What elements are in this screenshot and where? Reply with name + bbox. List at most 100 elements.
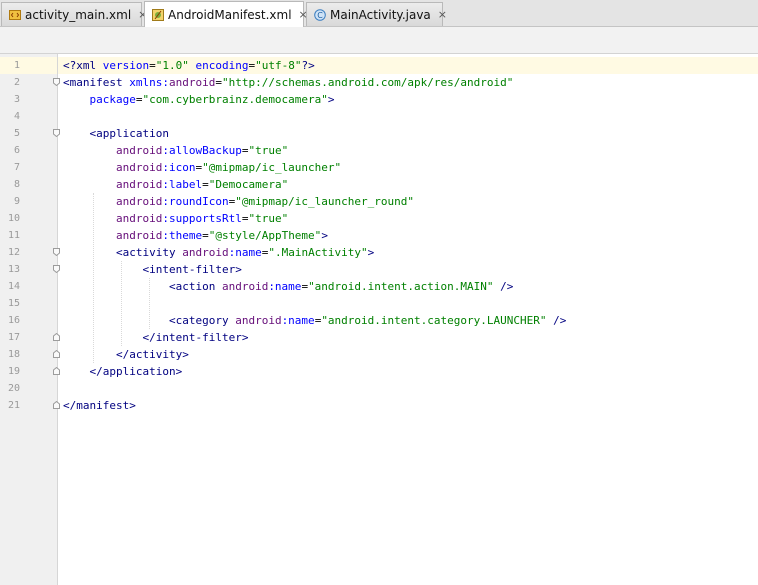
code-token: "true" — [248, 144, 289, 157]
code-line[interactable]: 1 <?xml version="1.0" encoding="utf-8"?> — [0, 57, 758, 74]
code-token: "1.0" — [155, 59, 189, 72]
code-token: </activity> — [115, 348, 189, 361]
fold-open-icon[interactable] — [53, 129, 60, 137]
code-text: </intent-filter> — [63, 329, 248, 346]
code-line[interactable]: 11 android:theme="@style/AppTheme"> — [0, 227, 758, 244]
line-number: 5 — [13, 128, 20, 139]
code-token: :supportsRtl — [162, 212, 242, 225]
code-token: > — [321, 229, 328, 242]
code-line[interactable]: 6 android:allowBackup="true" — [0, 142, 758, 159]
fold-open-icon[interactable] — [53, 78, 60, 86]
svg-text:C: C — [317, 10, 323, 19]
code-line[interactable]: 5 <application — [0, 125, 758, 142]
code-token: = — [215, 76, 222, 89]
tab-activity-main-xml[interactable]: activity_main.xml × — [1, 2, 147, 26]
code-token: > — [367, 246, 375, 259]
code-line[interactable]: 20 — [0, 380, 758, 397]
code-token: "utf-8" — [255, 59, 302, 72]
tab-mainactivity-java[interactable]: C MainActivity.java × — [306, 2, 447, 26]
code-line[interactable]: 4 — [0, 108, 758, 125]
code-line[interactable]: 17 </intent-filter> — [0, 329, 758, 346]
code-line[interactable]: 16 <category android:name="android.inten… — [0, 312, 758, 329]
line-number: 9 — [13, 196, 20, 207]
code-editor[interactable]: 1 <?xml version="1.0" encoding="utf-8"?> 2… — [0, 54, 758, 585]
code-text: </manifest> — [63, 397, 136, 414]
code-line[interactable]: 19 </application> — [0, 363, 758, 380]
code-token: </intent-filter> — [142, 331, 249, 344]
code-text: <manifest xmlns:android="http://schemas.… — [63, 74, 513, 91]
code-text: </application> — [63, 363, 183, 380]
line-number: 17 — [7, 332, 20, 343]
line-number: 4 — [13, 111, 20, 122]
code-line[interactable]: 21 </manifest> — [0, 397, 758, 414]
code-token: encoding — [195, 59, 249, 72]
code-line[interactable]: 15 — [0, 295, 758, 312]
xml-layout-icon — [9, 9, 21, 21]
fold-open-icon[interactable] — [53, 248, 60, 256]
code-token: :allowBackup — [162, 144, 242, 157]
line-number: 11 — [7, 230, 20, 241]
code-token: package — [89, 93, 136, 106]
code-token: "android.intent.category.LAUNCHER" — [321, 314, 547, 327]
code-token: </application> — [89, 365, 183, 378]
code-token: :label — [162, 178, 203, 191]
code-line[interactable]: 7 android:icon="@mipmap/ic_launcher" — [0, 159, 758, 176]
code-line[interactable]: 9 android:roundIcon="@mipmap/ic_launcher… — [0, 193, 758, 210]
fold-open-icon[interactable] — [53, 265, 60, 273]
code-line[interactable]: 2 <manifest xmlns:android="http://schemas… — [0, 74, 758, 91]
line-number: 18 — [7, 349, 20, 360]
code-line[interactable]: 14 <action android:name="android.intent.… — [0, 278, 758, 295]
breadcrumb-bar — [0, 27, 758, 54]
tab-androidmanifest-xml[interactable]: AndroidManifest.xml × — [144, 1, 308, 27]
code-token: /> — [493, 280, 514, 293]
line-number: 14 — [7, 281, 20, 292]
code-token: :theme — [162, 229, 203, 242]
manifest-icon — [152, 8, 164, 21]
line-number: 3 — [13, 94, 20, 105]
line-number: 15 — [7, 298, 20, 309]
code-token: <manifest — [63, 76, 130, 89]
code-line[interactable]: 8 android:label="Democamera" — [0, 176, 758, 193]
line-number: 2 — [13, 77, 20, 88]
code-token: <category — [168, 314, 236, 327]
code-token: <application — [89, 127, 169, 140]
line-number: 10 — [7, 213, 20, 224]
code-text: android:roundIcon="@mipmap/ic_launcher_r… — [63, 193, 414, 210]
code-token: :name — [228, 246, 262, 259]
code-token: version — [102, 59, 150, 72]
code-text: <category android:name="android.intent.c… — [63, 312, 566, 329]
code-text: </activity> — [63, 346, 189, 363]
code-token: android — [235, 314, 282, 327]
code-token: = — [202, 229, 209, 242]
code-text: android:icon="@mipmap/ic_launcher" — [63, 159, 341, 176]
fold-close-icon[interactable] — [53, 350, 60, 358]
code-text: <action android:name="android.intent.act… — [63, 278, 513, 295]
code-token: "Democamera" — [208, 178, 289, 191]
code-line[interactable]: 10 android:supportsRtl="true" — [0, 210, 758, 227]
close-icon[interactable]: × — [438, 8, 447, 21]
fold-close-icon[interactable] — [53, 333, 60, 341]
code-line[interactable]: 12 <activity android:name=".MainActivity… — [0, 244, 758, 261]
code-line[interactable]: 13 <intent-filter> — [0, 261, 758, 278]
code-text: <?xml version="1.0" encoding="utf-8"?> — [63, 57, 315, 74]
code-line[interactable]: 3 package="com.cyberbrainz.democamera"> — [0, 91, 758, 108]
code-text: package="com.cyberbrainz.democamera"> — [63, 91, 335, 108]
code-token: xmlns: — [129, 76, 169, 89]
code-token: <intent-filter> — [142, 263, 242, 276]
code-token: "@mipmap/ic_launcher" — [202, 161, 342, 174]
code-token: "com.cyberbrainz.democamera" — [142, 93, 328, 106]
code-token: :name — [281, 314, 315, 327]
code-line[interactable]: 18 </activity> — [0, 346, 758, 363]
code-token: <?xml — [63, 59, 103, 72]
fold-close-icon[interactable] — [53, 401, 60, 409]
code-token: android — [182, 246, 229, 259]
fold-close-icon[interactable] — [53, 367, 60, 375]
